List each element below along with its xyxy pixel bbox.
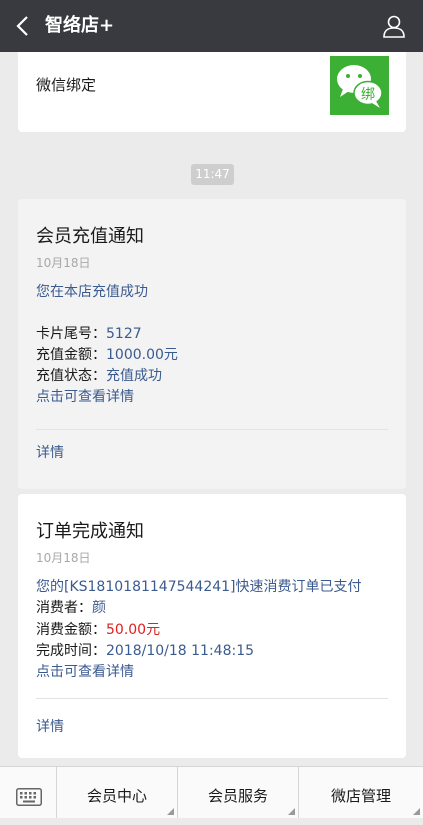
consumer-value: 颜: [92, 600, 106, 616]
card-date: 10月18日: [36, 256, 91, 270]
menu-label: 会员中心: [86, 787, 147, 805]
submenu-corner-icon: [413, 808, 420, 815]
card-divider: [36, 698, 388, 699]
view-detail-text: 点击可查看详情: [36, 664, 134, 680]
wechat-bind-label: 微信绑定: [36, 76, 97, 94]
keyboard-icon: [16, 788, 42, 806]
recharge-status-row: 充值状态：充值成功: [36, 366, 162, 386]
message-timestamp: 11:47: [191, 164, 234, 185]
menu-member-service[interactable]: 会员服务: [178, 767, 299, 818]
completion-time-label: 完成时间：: [36, 643, 106, 659]
back-arrow-icon[interactable]: [13, 14, 33, 38]
card-title: 订单完成通知: [36, 521, 144, 542]
keyboard-toggle-button[interactable]: [0, 767, 57, 818]
card-title: 会员充值通知: [36, 226, 144, 247]
order-amount-row: 消费金额：50.00元: [36, 620, 160, 640]
recharge-amount-value: 1000.00元: [106, 347, 178, 363]
order-complete-notice-card[interactable]: 订单完成通知 10月18日 您的[KS1810181147544241]快速消费…: [18, 494, 406, 758]
card-intro: 您在本店充值成功: [36, 284, 148, 300]
submenu-corner-icon: [288, 808, 295, 815]
order-amount-label: 消费金额：: [36, 622, 106, 638]
bottom-menu-bar: 会员中心 会员服务 微店管理: [0, 766, 423, 818]
wechat-logo-icon: 绑: [330, 56, 389, 115]
card-date: 10月18日: [36, 551, 91, 565]
completion-time-row: 完成时间：2018/10/18 11:48:15: [36, 641, 254, 661]
submenu-corner-icon: [167, 808, 174, 815]
order-amount-value: 50.00元: [106, 622, 161, 638]
menu-label: 会员服务: [207, 787, 268, 805]
wechat-bind-card[interactable]: 微信绑定 绑: [18, 52, 406, 132]
recharge-status-label: 充值状态：: [36, 368, 106, 384]
card-number-value: 5127: [106, 326, 142, 342]
wechat-logo-char: 绑: [361, 87, 375, 103]
card-number-row: 卡片尾号：5127: [36, 324, 142, 344]
menu-member-center[interactable]: 会员中心: [57, 767, 178, 818]
card-divider: [36, 429, 388, 430]
chat-message-list[interactable]: 微信绑定 绑 11:47 会员充值通知 10月18日 您在本店充值成功 卡片尾号…: [0, 52, 423, 766]
recharge-notice-card[interactable]: 会员充值通知 10月18日 您在本店充值成功 卡片尾号：5127 充值金额：10…: [18, 199, 406, 489]
consumer-row: 消费者：颜: [36, 598, 106, 618]
detail-link[interactable]: 详情: [36, 717, 64, 737]
menu-label: 微店管理: [330, 787, 391, 805]
menu-shop-management[interactable]: 微店管理: [299, 767, 423, 818]
recharge-amount-label: 充值金额：: [36, 347, 106, 363]
completion-time-value: 2018/10/18 11:48:15: [106, 643, 255, 659]
card-number-label: 卡片尾号：: [36, 326, 106, 342]
recharge-amount-row: 充值金额：1000.00元: [36, 345, 178, 365]
top-nav-bar: 智络店+: [0, 0, 423, 52]
recharge-status-value: 充值成功: [106, 368, 162, 384]
view-detail-text: 点击可查看详情: [36, 389, 134, 405]
detail-link[interactable]: 详情: [36, 443, 64, 463]
order-intro: 您的[KS1810181147544241]快速消费订单已支付: [36, 579, 362, 595]
chat-title: 智络店+: [45, 15, 115, 36]
user-profile-icon[interactable]: [382, 14, 406, 38]
consumer-label: 消费者：: [36, 600, 92, 616]
